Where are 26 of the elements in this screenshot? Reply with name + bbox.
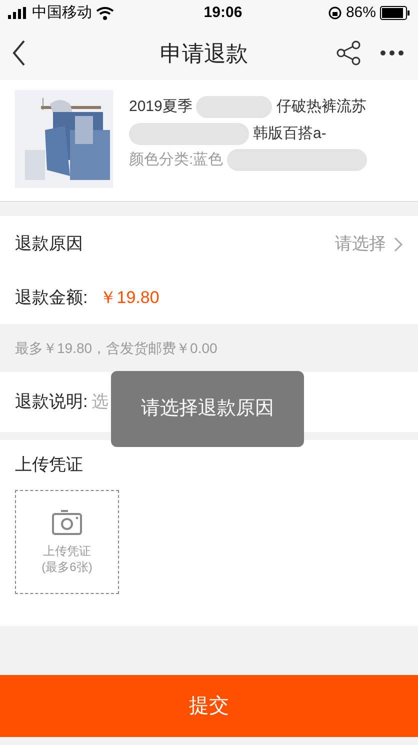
page-title: 申请退款 [159,40,249,68]
error-toast: 请选择退款原因 [111,371,304,447]
signal-icon [8,7,28,19]
refund-note: 最多￥19.80，含发货邮费￥0.00 [15,338,218,358]
refund-explanation-label: 退款说明: [15,391,88,414]
back-icon[interactable] [12,40,26,66]
battery-percent: 86% [346,2,376,23]
product-title: 韩版百搭a- [253,124,326,144]
status-time: 19:06 [202,2,244,23]
chevron-icon [394,236,403,252]
more-icon[interactable] [380,48,406,58]
wifi-icon [96,6,114,20]
submit-button[interactable]: 提交 [0,675,418,737]
product-sku: 颜色分类:蓝色 [129,150,224,170]
explanation-placeholder[interactable]: 选 [92,389,109,415]
camera-icon [52,508,82,534]
refund-reason-row[interactable]: 退款原因 请选择 [0,216,418,272]
rotation-lock-icon [328,6,342,20]
product-title: 仔破热裤流苏 [276,97,366,117]
battery-icon [380,6,410,20]
product-title: 2019夏季 [129,97,192,117]
upload-button[interactable]: 上传凭证 (最多6张) [15,490,119,594]
upload-title: 上传凭证 [15,454,84,476]
refund-amount: ￥19.80 [100,287,160,310]
carrier-name: 中国移动 [32,2,92,23]
refund-amount-label: 退款金额: [15,287,88,310]
